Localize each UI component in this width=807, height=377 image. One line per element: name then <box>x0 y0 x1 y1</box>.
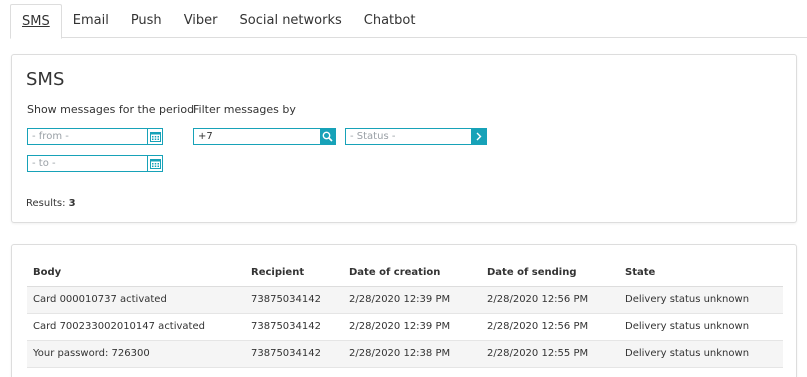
status-select[interactable] <box>345 128 487 145</box>
table-header-row: Body Recipient Date of creation Date of … <box>27 259 783 287</box>
recipient-filter-input[interactable] <box>194 129 320 144</box>
cell-body: Card 700233002010147 activated <box>27 313 245 341</box>
results-number: 3 <box>68 198 76 209</box>
messages-table: Body Recipient Date of creation Date of … <box>27 259 783 368</box>
filter-panel: SMS Show messages for the period Filter … <box>11 54 797 223</box>
table-row[interactable]: Your password: 726300 73875034142 2/28/2… <box>27 340 783 368</box>
tab-email[interactable]: Email <box>62 4 120 38</box>
cell-body: Your password: 726300 <box>27 340 245 368</box>
tab-push[interactable]: Push <box>120 4 173 38</box>
cell-date-of-creation: 2/28/2020 12:39 PM <box>343 313 481 341</box>
period-label: Show messages for the period <box>27 103 195 116</box>
date-to-field <box>27 155 163 172</box>
recipient-filter-field <box>193 128 336 145</box>
results-count: Results: 3 <box>26 198 76 209</box>
tab-chatbot[interactable]: Chatbot <box>353 4 427 38</box>
cell-date-of-creation: 2/28/2020 12:39 PM <box>343 286 481 314</box>
cell-recipient: 73875034142 <box>245 340 343 368</box>
status-select-input[interactable] <box>346 129 471 144</box>
cell-body: Card 000010737 activated <box>27 286 245 314</box>
tab-sms-label: SMS <box>22 14 50 29</box>
cell-date-of-sending: 2/28/2020 12:56 PM <box>481 313 619 341</box>
tab-social-networks-label: Social networks <box>239 13 342 28</box>
cell-state: Delivery status unknown <box>619 340 783 368</box>
col-header-state[interactable]: State <box>619 259 783 287</box>
tab-viber-label: Viber <box>183 13 218 28</box>
tab-push-label: Push <box>130 13 162 28</box>
col-header-body[interactable]: Body <box>27 259 245 287</box>
chevron-right-icon[interactable] <box>471 129 486 144</box>
table-row[interactable]: Card 000010737 activated 73875034142 2/2… <box>27 286 783 314</box>
date-from-input[interactable] <box>28 129 147 144</box>
table-row[interactable]: Card 700233002010147 activated 738750341… <box>27 313 783 341</box>
date-from-field <box>27 128 163 145</box>
tab-email-label: Email <box>72 13 109 28</box>
cell-recipient: 73875034142 <box>245 286 343 314</box>
panel-title: SMS <box>26 69 65 90</box>
col-header-date-of-creation[interactable]: Date of creation <box>343 259 481 287</box>
col-header-date-of-sending[interactable]: Date of sending <box>481 259 619 287</box>
tab-social-networks[interactable]: Social networks <box>229 4 353 38</box>
search-icon[interactable] <box>320 129 335 144</box>
messages-panel: Body Recipient Date of creation Date of … <box>11 244 797 377</box>
date-to-input[interactable] <box>28 156 147 171</box>
cell-state: Delivery status unknown <box>619 286 783 314</box>
tab-sms[interactable]: SMS <box>10 4 62 39</box>
cell-date-of-creation: 2/28/2020 12:38 PM <box>343 340 481 368</box>
cell-date-of-sending: 2/28/2020 12:56 PM <box>481 286 619 314</box>
cell-date-of-sending: 2/28/2020 12:55 PM <box>481 340 619 368</box>
channel-tabs: SMS Email Push Viber Social networks Cha… <box>10 4 807 39</box>
results-label: Results: <box>26 198 66 209</box>
calendar-icon[interactable] <box>147 129 162 144</box>
tab-chatbot-label: Chatbot <box>363 13 416 28</box>
tab-viber[interactable]: Viber <box>173 4 229 38</box>
col-header-recipient[interactable]: Recipient <box>245 259 343 287</box>
filter-by-label: Filter messages by <box>193 103 296 116</box>
cell-state: Delivery status unknown <box>619 313 783 341</box>
cell-recipient: 73875034142 <box>245 313 343 341</box>
calendar-icon[interactable] <box>147 156 162 171</box>
